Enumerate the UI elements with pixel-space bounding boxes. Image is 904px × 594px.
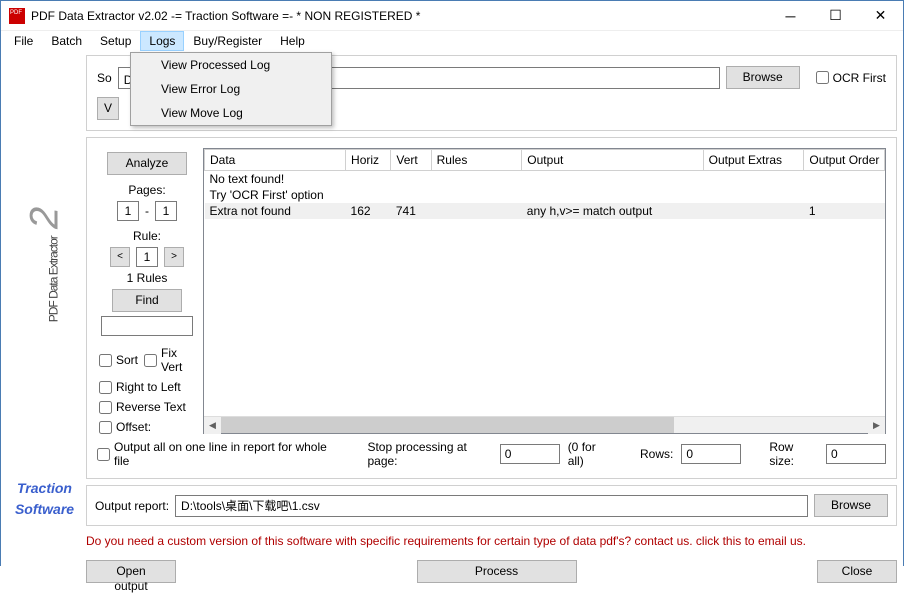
offset-check[interactable]: Offset: bbox=[99, 420, 151, 434]
rowsize-input[interactable] bbox=[826, 444, 886, 464]
title-bar: PDF Data Extractor v2.02 -= Traction Sof… bbox=[1, 1, 903, 31]
rowsize-label: Row size: bbox=[769, 440, 818, 468]
table-h-scrollbar[interactable]: ◀ ▶ bbox=[204, 416, 885, 433]
reverse-text-check[interactable]: Reverse Text bbox=[99, 400, 186, 414]
find-button[interactable]: Find bbox=[112, 289, 182, 312]
col-data[interactable]: Data bbox=[205, 150, 346, 171]
col-output[interactable]: Output bbox=[522, 150, 703, 171]
table-row[interactable]: Extra not found 162 741 any h,v>= match … bbox=[205, 203, 885, 219]
rule-label: Rule: bbox=[133, 229, 161, 243]
process-button[interactable]: Process bbox=[417, 560, 577, 583]
v-button[interactable]: V bbox=[97, 97, 119, 120]
rule-next-button[interactable]: > bbox=[164, 247, 184, 267]
table-row[interactable]: No text found! bbox=[205, 171, 885, 188]
custom-version-link[interactable]: Do you need a custom version of this sof… bbox=[86, 532, 897, 550]
stop-page-input[interactable] bbox=[500, 444, 560, 464]
close-window-button[interactable]: ✕ bbox=[858, 1, 903, 31]
company-name-2: Software bbox=[15, 502, 74, 517]
product-sidebar: PDF Data Extractor 2 Traction Software bbox=[7, 55, 82, 585]
maximize-button[interactable]: ☐ bbox=[813, 1, 858, 31]
menu-help[interactable]: Help bbox=[271, 31, 314, 51]
main-group: Analyze Pages: - Rule: < > bbox=[86, 137, 897, 479]
col-horiz[interactable]: Horiz bbox=[346, 150, 391, 171]
company-name-1: Traction bbox=[17, 481, 72, 496]
browse-source-button[interactable]: Browse bbox=[726, 66, 800, 89]
rules-count-label: 1 Rules bbox=[127, 271, 168, 285]
open-output-button[interactable]: Open output bbox=[86, 560, 176, 583]
rule-prev-button[interactable]: < bbox=[110, 247, 130, 267]
logs-view-processed[interactable]: View Processed Log bbox=[131, 53, 331, 77]
menu-file[interactable]: File bbox=[5, 31, 42, 51]
rule-number-input[interactable] bbox=[136, 247, 158, 267]
close-button[interactable]: Close bbox=[817, 560, 897, 583]
output-report-label: Output report: bbox=[95, 499, 169, 513]
product-name: PDF Data Extractor bbox=[46, 236, 60, 322]
menu-setup[interactable]: Setup bbox=[91, 31, 140, 51]
scroll-left-icon[interactable]: ◀ bbox=[204, 417, 221, 434]
menu-logs[interactable]: Logs bbox=[140, 31, 184, 51]
scroll-right-icon[interactable]: ▶ bbox=[868, 417, 885, 434]
stop-processing-label: Stop processing at page: bbox=[367, 440, 491, 468]
for-all-label: (0 for all) bbox=[568, 440, 612, 468]
logs-view-move[interactable]: View Move Log bbox=[131, 101, 331, 125]
menu-bar: File Batch Setup Logs Buy/Register Help bbox=[1, 31, 903, 51]
pages-label: Pages: bbox=[128, 183, 165, 197]
col-output-extras[interactable]: Output Extras bbox=[703, 150, 804, 171]
page-to-input[interactable] bbox=[155, 201, 177, 221]
ocr-first-checkbox[interactable] bbox=[816, 71, 829, 84]
sort-check[interactable]: Sort bbox=[99, 353, 138, 367]
page-from-input[interactable] bbox=[117, 201, 139, 221]
logs-view-error[interactable]: View Error Log bbox=[131, 77, 331, 101]
output-report-input[interactable] bbox=[175, 495, 808, 517]
menu-batch[interactable]: Batch bbox=[42, 31, 91, 51]
window-title: PDF Data Extractor v2.02 -= Traction Sof… bbox=[31, 9, 768, 23]
col-output-order[interactable]: Output Order bbox=[804, 150, 885, 171]
app-icon bbox=[9, 8, 25, 24]
col-vert[interactable]: Vert bbox=[391, 150, 431, 171]
logs-dropdown: View Processed Log View Error Log View M… bbox=[130, 52, 332, 126]
minimize-button[interactable]: ─ bbox=[768, 1, 813, 31]
rows-label: Rows: bbox=[640, 447, 673, 461]
menu-buy-register[interactable]: Buy/Register bbox=[184, 31, 271, 51]
browse-output-button[interactable]: Browse bbox=[814, 494, 888, 517]
col-rules[interactable]: Rules bbox=[431, 150, 522, 171]
product-version-glyph: 2 bbox=[22, 208, 66, 229]
right-to-left-check[interactable]: Right to Left bbox=[99, 380, 181, 394]
output-all-one-line-check[interactable]: Output all on one line in report for who… bbox=[97, 440, 329, 468]
find-field[interactable] bbox=[101, 316, 193, 336]
output-group: Output report: Browse bbox=[86, 485, 897, 526]
source-label: So bbox=[97, 71, 112, 85]
rows-input[interactable] bbox=[681, 444, 741, 464]
ocr-first-label: OCR First bbox=[833, 71, 886, 85]
table-row[interactable]: Try 'OCR First' option bbox=[205, 187, 885, 203]
fixvert-check[interactable]: Fix Vert bbox=[144, 346, 197, 374]
ocr-first-check[interactable]: OCR First bbox=[816, 71, 886, 85]
data-table[interactable]: Data Horiz Vert Rules Output Output Extr… bbox=[203, 148, 886, 434]
analyze-button[interactable]: Analyze bbox=[107, 152, 187, 175]
